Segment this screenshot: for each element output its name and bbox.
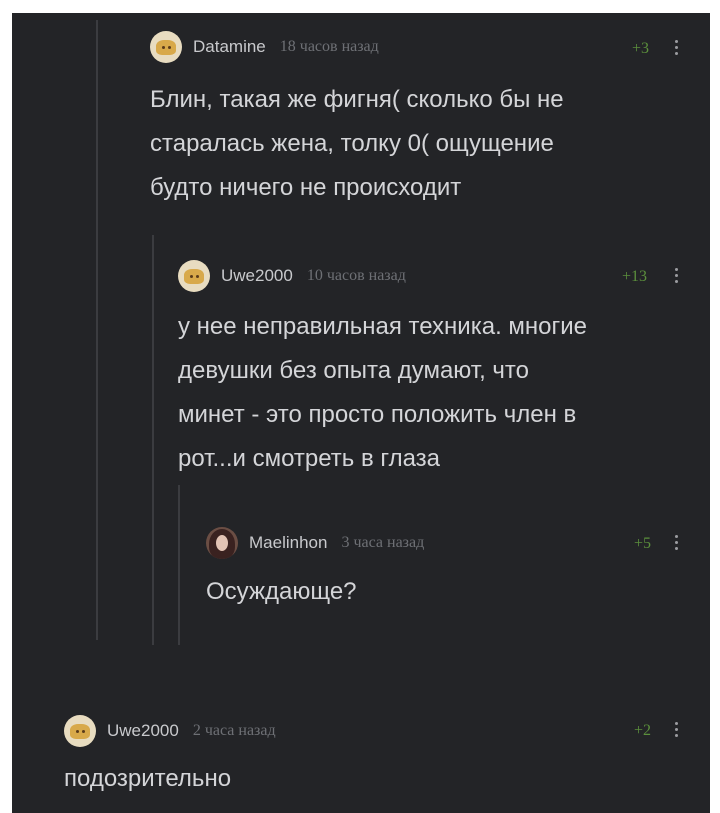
comment-rating: +5 [634,535,652,552]
comment-rating: +2 [634,722,652,739]
comment-rating: +13 [622,268,648,285]
pie-avatar-icon[interactable] [178,260,210,292]
pie-avatar-icon[interactable] [150,31,182,63]
more-options-icon[interactable] [675,268,679,286]
comment-time[interactable]: 2 часа назад [193,722,276,740]
photo-avatar[interactable] [206,527,238,559]
thread-line[interactable] [152,235,154,645]
username[interactable]: Uwe2000 [107,721,179,741]
more-options-icon[interactable] [675,535,679,553]
more-options-icon[interactable] [675,40,679,58]
comment-time[interactable]: 10 часов назад [307,267,406,285]
comment-text: у нее неправильная техника. многие девуш… [178,313,588,472]
username[interactable]: Maelinhon [249,533,327,553]
comment-time[interactable]: 3 часа назад [341,534,424,552]
pie-avatar-icon[interactable] [64,715,96,747]
comment-text: Блин, такая же фигня( сколько бы не стар… [150,86,564,201]
thread-line[interactable] [96,20,98,640]
username[interactable]: Uwe2000 [221,266,293,286]
comment-text: Осуждающе? [206,578,357,605]
username[interactable]: Datamine [193,37,266,57]
comment-text: подозрительно [64,765,232,792]
thread-line[interactable] [178,485,180,645]
comment-time[interactable]: 18 часов назад [280,38,379,56]
more-options-icon[interactable] [675,722,679,740]
comment-rating: +3 [632,40,650,57]
